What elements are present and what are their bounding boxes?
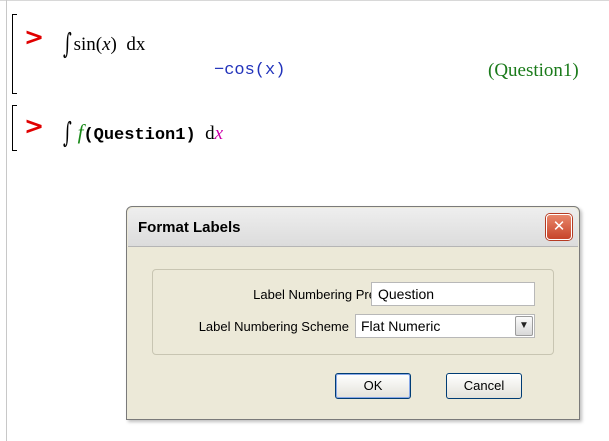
scheme-label: Label Numbering Scheme xyxy=(198,319,349,334)
execution-group-bracket[interactable] xyxy=(12,14,17,94)
execution-group-bracket[interactable] xyxy=(12,105,17,151)
cancel-button[interactable]: Cancel xyxy=(446,373,522,399)
prefix-input[interactable]: Question xyxy=(371,282,535,306)
dialog-titlebar[interactable]: Format Labels ✕ xyxy=(128,208,578,247)
format-labels-dialog: Format Labels ✕ Label Numbering Prefix Q… xyxy=(126,206,580,420)
integral-sign: ∫ xyxy=(63,116,72,149)
dialog-title: Format Labels xyxy=(138,219,241,236)
differential-d: d xyxy=(205,123,215,144)
prefix-label: Label Numbering Prefix xyxy=(253,287,389,302)
prefix-input-value: Question xyxy=(378,286,435,302)
scheme-select-value: Flat Numeric xyxy=(361,318,441,334)
differential: dx xyxy=(126,34,146,55)
math-input-integral-f[interactable]: ∫ f(Question1) dx xyxy=(63,116,224,149)
variable: x xyxy=(102,34,111,55)
math-input-integral-sin[interactable]: ∫sin(x) dx xyxy=(63,27,146,60)
integrand: f(Question1) dx xyxy=(78,120,224,145)
top-border xyxy=(0,0,609,1)
equation-label[interactable]: (Question1) xyxy=(488,60,579,82)
math-output-result[interactable]: −cos(x) xyxy=(214,61,285,80)
label-reference: (Question1) xyxy=(83,126,196,145)
integral-sign: ∫ xyxy=(63,27,72,60)
input-prompt: > xyxy=(24,112,45,140)
variable: x xyxy=(214,123,224,144)
ok-button[interactable]: OK xyxy=(335,373,411,399)
close-button[interactable]: ✕ xyxy=(546,214,572,240)
integrand: sin(x) dx xyxy=(73,34,146,55)
close-icon: ✕ xyxy=(552,217,566,235)
scheme-select[interactable]: Flat Numeric ▼ xyxy=(355,314,535,338)
function-name: sin xyxy=(73,34,96,55)
chevron-down-icon[interactable]: ▼ xyxy=(515,316,533,336)
worksheet-left-border xyxy=(6,0,7,441)
input-prompt: > xyxy=(24,23,45,51)
